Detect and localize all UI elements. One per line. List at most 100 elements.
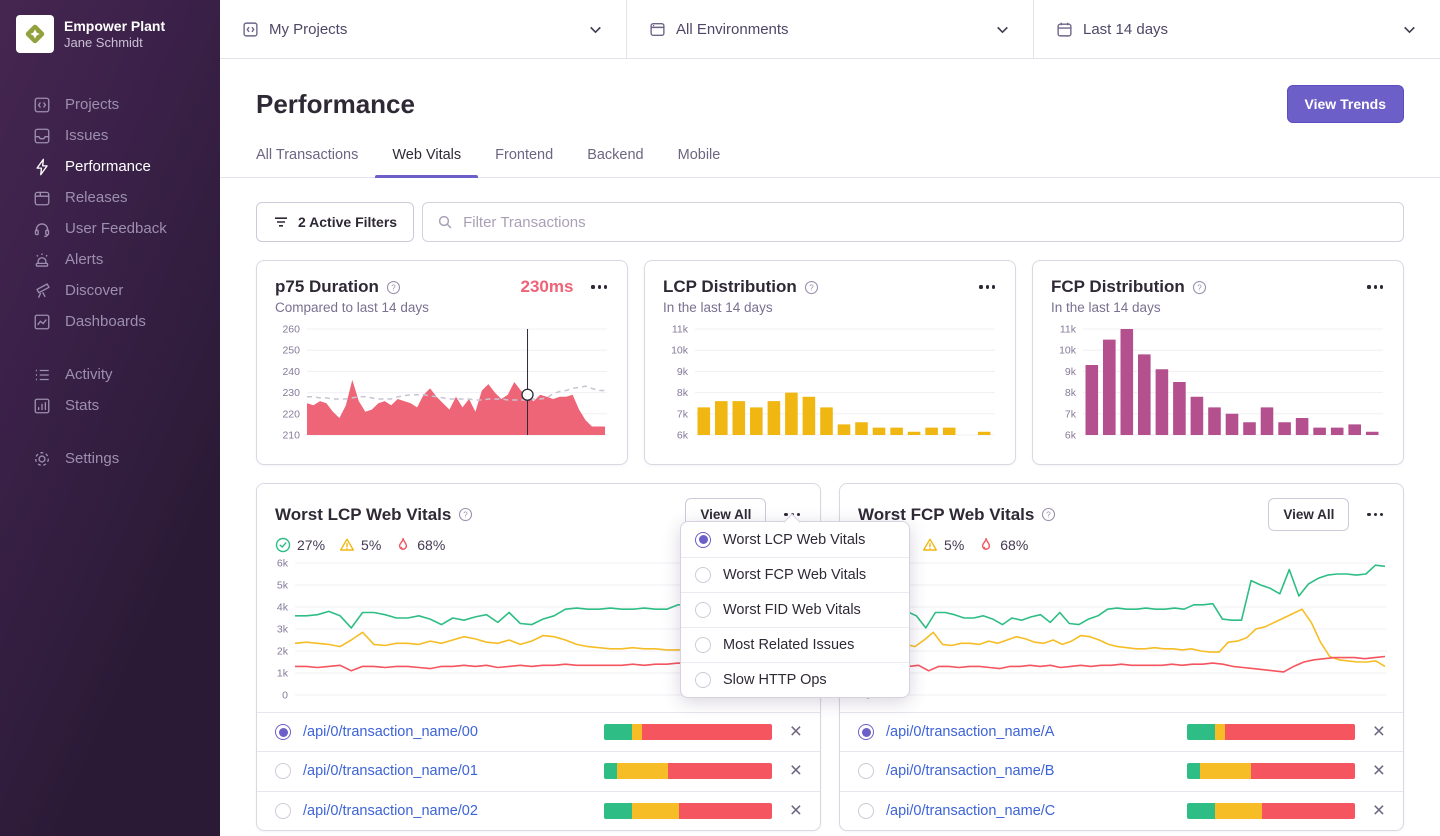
sidebar-item-discover[interactable]: Discover (0, 275, 220, 306)
menu-radio[interactable] (695, 567, 711, 583)
flame-icon (982, 537, 991, 550)
menu-radio[interactable] (695, 531, 711, 548)
close-icon[interactable]: × (790, 721, 802, 742)
close-icon[interactable]: × (790, 800, 802, 821)
context-menu-button[interactable] (589, 281, 609, 292)
lcp-card-subtitle: In the last 14 days (663, 300, 773, 315)
table-row[interactable]: /api/0/transaction_name/C × (840, 790, 1403, 830)
sidebar-item-issues[interactable]: Issues (0, 120, 220, 151)
tab-web-vitals[interactable]: Web Vitals (375, 147, 478, 178)
menu-item-slow-http-ops[interactable]: Slow HTTP Ops (681, 662, 909, 697)
sidebar-item-stats[interactable]: Stats (0, 390, 220, 421)
siren-icon (35, 252, 49, 267)
context-menu-button[interactable] (1365, 281, 1385, 292)
transaction-link[interactable]: /api/0/transaction_name/C (886, 803, 1055, 819)
sidebar-item-dashboards[interactable]: Dashboards (0, 306, 220, 337)
menu-item-worst-fid[interactable]: Worst FID Web Vitals (681, 592, 909, 627)
tab-mobile[interactable]: Mobile (678, 147, 721, 177)
close-icon[interactable]: × (1373, 721, 1385, 742)
table-row[interactable]: /api/0/transaction_name/B × (840, 751, 1403, 790)
svg-text:250: 250 (282, 345, 300, 357)
lcp-card-title: LCP Distribution (663, 277, 797, 296)
row-radio[interactable] (275, 802, 291, 819)
transaction-search[interactable] (422, 202, 1404, 242)
transaction-link[interactable]: /api/0/transaction_name/02 (303, 803, 478, 819)
project-selector[interactable]: My Projects (220, 0, 627, 58)
calendar-icon (1057, 22, 1072, 37)
context-menu-button[interactable] (1365, 509, 1385, 520)
sidebar-item-projects[interactable]: Projects (0, 89, 220, 120)
tab-backend[interactable]: Backend (587, 147, 643, 177)
warning-triangle-icon (923, 538, 938, 551)
org-switcher[interactable]: Empower Plant Jane Schmidt (0, 0, 220, 63)
svg-text:?: ? (1197, 283, 1202, 292)
table-row[interactable]: /api/0/transaction_name/01 × (257, 751, 820, 790)
vitals-breakdown-bar (1186, 763, 1355, 780)
table-row[interactable]: /api/0/transaction_name/A × (840, 712, 1403, 751)
svg-text:?: ? (1047, 510, 1052, 519)
tab-all-transactions[interactable]: All Transactions (256, 147, 358, 177)
view-all-button[interactable]: View All (1268, 498, 1350, 531)
menu-item-most-related-issues[interactable]: Most Related Issues (681, 627, 909, 662)
projects-icon (34, 97, 50, 112)
svg-text:0: 0 (282, 690, 288, 702)
sidebar-item-performance[interactable]: Performance (0, 151, 220, 182)
menu-radio[interactable] (695, 672, 711, 688)
date-range-selector[interactable]: Last 14 days (1034, 0, 1440, 58)
svg-text:5k: 5k (277, 580, 289, 592)
worst-fcp-card: Worst FCP Web Vitals ? View All 27% 5% 6… (839, 483, 1404, 831)
sidebar-item-alerts[interactable]: Alerts (0, 244, 220, 275)
close-icon[interactable]: × (1373, 800, 1385, 821)
menu-radio[interactable] (695, 637, 711, 653)
help-icon[interactable]: ? (386, 280, 401, 295)
transaction-link[interactable]: /api/0/transaction_name/A (886, 724, 1054, 740)
transaction-link[interactable]: /api/0/transaction_name/00 (303, 724, 478, 740)
help-icon[interactable]: ? (804, 280, 819, 295)
help-icon[interactable]: ? (458, 507, 473, 522)
menu-radio[interactable] (695, 602, 711, 618)
svg-text:220: 220 (282, 408, 300, 420)
row-radio[interactable] (858, 724, 874, 741)
environment-selector-value: All Environments (676, 20, 789, 38)
bar-chart-icon (34, 398, 50, 413)
svg-text:?: ? (391, 283, 396, 292)
table-row[interactable]: /api/0/transaction_name/00 × (257, 712, 820, 751)
row-radio[interactable] (858, 763, 874, 780)
row-radio[interactable] (858, 802, 874, 819)
warning-triangle-icon (340, 538, 355, 551)
table-row[interactable]: /api/0/transaction_name/02 × (257, 790, 820, 830)
sidebar-item-activity[interactable]: Activity (0, 359, 220, 390)
help-icon[interactable]: ? (1041, 507, 1056, 522)
transaction-link[interactable]: /api/0/transaction_name/B (886, 763, 1054, 779)
lcp-distribution-card: LCP Distribution ? In the last 14 days 6… (644, 260, 1016, 465)
close-icon[interactable]: × (1373, 760, 1385, 781)
sidebar-item-releases[interactable]: Releases (0, 182, 220, 213)
row-radio[interactable] (275, 724, 291, 741)
view-trends-button[interactable]: View Trends (1286, 85, 1404, 123)
tab-frontend[interactable]: Frontend (495, 147, 553, 177)
svg-text:?: ? (464, 510, 469, 519)
transaction-link[interactable]: /api/0/transaction_name/01 (303, 763, 478, 779)
fcp-distribution-card: FCP Distribution ? In the last 14 days 6… (1032, 260, 1404, 465)
sidebar: Empower Plant Jane Schmidt Projects Issu… (0, 0, 220, 836)
lightning-icon (36, 158, 48, 175)
sidebar-item-settings[interactable]: Settings (0, 443, 220, 474)
environment-selector[interactable]: All Environments (627, 0, 1034, 58)
vitals-breakdown-bar (1186, 802, 1355, 819)
context-menu-button[interactable] (977, 281, 997, 292)
menu-item-worst-lcp[interactable]: Worst LCP Web Vitals (681, 522, 909, 557)
sidebar-item-user-feedback[interactable]: User Feedback (0, 213, 220, 244)
help-icon[interactable]: ? (1192, 280, 1207, 295)
window-icon (650, 22, 665, 36)
page-title: Performance (256, 88, 415, 119)
date-range-value: Last 14 days (1083, 20, 1169, 38)
performance-tabs: All Transactions Web Vitals Frontend Bac… (220, 147, 1440, 178)
menu-item-worst-fcp[interactable]: Worst FCP Web Vitals (681, 557, 909, 592)
chevron-down-icon (1404, 26, 1415, 33)
row-radio[interactable] (275, 763, 291, 780)
svg-text:210: 210 (282, 430, 300, 442)
search-input[interactable] (463, 213, 1389, 231)
close-icon[interactable]: × (790, 760, 802, 781)
flame-icon (399, 537, 408, 550)
active-filters-button[interactable]: 2 Active Filters (256, 202, 415, 242)
